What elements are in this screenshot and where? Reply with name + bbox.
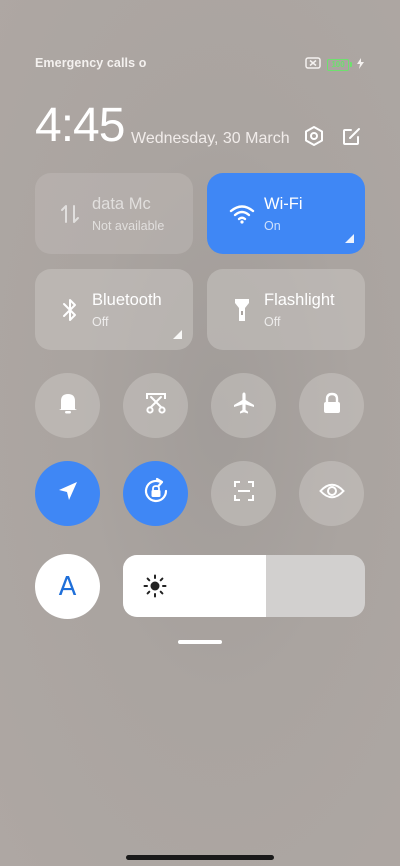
scanner-toggle[interactable] <box>211 461 276 526</box>
scan-frame-icon <box>232 479 256 508</box>
bluetooth-status: Off <box>92 315 109 329</box>
mobile-data-status: Not available <box>92 219 165 233</box>
flashlight-tile[interactable]: Flashlight Off <box>207 269 365 350</box>
bell-icon <box>57 391 79 420</box>
settings-icon[interactable] <box>302 124 326 148</box>
wifi-status: On <box>264 219 281 233</box>
rotation-lock-icon <box>142 477 170 510</box>
bluetooth-icon <box>57 297 83 323</box>
wifi-label: Wi-Fi <box>264 195 303 213</box>
auto-brightness-label: A <box>58 571 77 602</box>
charging-bolt-icon <box>357 56 364 74</box>
ringer-toggle[interactable] <box>35 373 100 438</box>
airplane-mode-toggle[interactable] <box>211 373 276 438</box>
wifi-tile[interactable]: Wi-Fi On <box>207 173 365 254</box>
battery-icon: 100 <box>327 59 352 71</box>
mobile-data-tile[interactable]: data Mc Not available <box>35 173 193 254</box>
eye-icon <box>318 482 345 505</box>
lock-screen-toggle[interactable] <box>299 373 364 438</box>
reading-mode-toggle[interactable] <box>299 461 364 526</box>
rotation-lock-toggle[interactable] <box>123 461 188 526</box>
location-arrow-icon <box>57 480 79 507</box>
flashlight-label: Flashlight <box>264 291 335 309</box>
panel-drag-handle[interactable] <box>178 640 222 644</box>
scissors-screenshot-icon <box>144 391 168 420</box>
bluetooth-tile[interactable]: Bluetooth Off <box>35 269 193 350</box>
edit-icon[interactable] <box>340 124 364 148</box>
wifi-expand-corner[interactable] <box>345 234 354 243</box>
mobile-data-label: data Mc <box>92 195 151 213</box>
battery-level: 100 <box>331 60 345 69</box>
clock-date: Wednesday, 30 March <box>131 130 290 147</box>
location-toggle[interactable] <box>35 461 100 526</box>
status-carrier-text: Emergency calls o <box>35 56 147 70</box>
screenshot-toggle[interactable] <box>123 373 188 438</box>
bluetooth-expand-corner[interactable] <box>173 330 182 339</box>
lock-icon <box>322 392 342 419</box>
wifi-icon <box>229 201 255 227</box>
sun-icon <box>143 574 167 598</box>
flashlight-status: Off <box>264 315 281 329</box>
no-sim-icon <box>305 56 321 74</box>
auto-brightness-button[interactable]: A <box>35 554 100 619</box>
gesture-nav-bar[interactable] <box>126 855 274 860</box>
bluetooth-label: Bluetooth <box>92 291 162 309</box>
flashlight-icon <box>229 297 255 323</box>
clock-time: 4:45 <box>35 99 125 152</box>
status-icons: 100 <box>305 56 364 74</box>
mobile-data-icon <box>57 201 83 227</box>
brightness-slider[interactable] <box>123 555 365 617</box>
airplane-icon <box>232 391 256 420</box>
